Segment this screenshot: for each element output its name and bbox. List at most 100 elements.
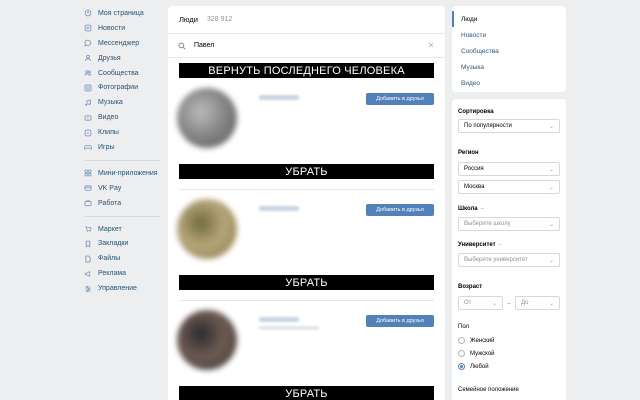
gender-radio-option[interactable]: Мужской bbox=[458, 347, 560, 360]
add-friend-button[interactable]: Добавить в друзья bbox=[366, 204, 434, 216]
school-collapse-toggle[interactable]: – bbox=[481, 206, 484, 212]
add-friend-button[interactable]: Добавить в друзья bbox=[366, 93, 434, 105]
radio-button[interactable] bbox=[458, 337, 465, 344]
nav-item[interactable]: Моя страница bbox=[84, 6, 172, 21]
radio-button[interactable] bbox=[458, 363, 465, 370]
age-to-value: До bbox=[521, 300, 529, 306]
message-icon bbox=[84, 39, 92, 48]
nav-item-label: VK Pay bbox=[98, 184, 122, 192]
news-icon bbox=[84, 24, 92, 32]
bookmark-icon bbox=[84, 240, 92, 248]
tab-item[interactable]: Музыка bbox=[452, 59, 566, 75]
nav-item-label: Мини-приложения bbox=[98, 169, 158, 177]
nav-divider bbox=[84, 215, 160, 217]
radio-label: Любой bbox=[470, 363, 489, 370]
school-select[interactable]: Выберите школу ⌄ bbox=[458, 217, 560, 231]
nav-item[interactable]: Мессенджер bbox=[84, 36, 172, 51]
nav-item-label: Закладки bbox=[98, 240, 129, 248]
city-select[interactable]: Москва ⌄ bbox=[458, 180, 560, 194]
nav-item-label: Сообщества bbox=[98, 69, 139, 77]
nav-item[interactable]: Управление bbox=[84, 281, 172, 296]
clear-search-icon[interactable]: ✕ bbox=[427, 41, 435, 50]
files-icon bbox=[84, 255, 92, 263]
nav-item[interactable]: VK Pay bbox=[84, 181, 172, 196]
nav-item[interactable]: Закладки bbox=[84, 236, 172, 251]
search-tabs: Люди Новости Сообщества Музыка Видео bbox=[452, 6, 566, 92]
nav-item-label: Фотографии bbox=[98, 84, 139, 92]
gender-radio-option[interactable]: Женский bbox=[458, 334, 560, 347]
chevron-down-icon: ⌄ bbox=[491, 300, 497, 307]
tab-item[interactable]: Сообщества bbox=[452, 43, 566, 59]
nav-item[interactable]: Новости bbox=[84, 21, 172, 36]
nav-item-label: Друзья bbox=[98, 54, 121, 62]
search-icon bbox=[178, 41, 186, 50]
remove-person-button[interactable]: УБРАТЬ bbox=[179, 386, 434, 400]
photo-icon bbox=[84, 84, 92, 92]
nav-item[interactable]: Сообщества bbox=[84, 66, 172, 81]
region-label: Регион bbox=[458, 149, 479, 156]
university-select-placeholder: Выберите университет bbox=[464, 257, 528, 263]
tab-item[interactable]: Люди bbox=[452, 11, 566, 27]
add-friend-button[interactable]: Добавить в друзья bbox=[366, 315, 434, 327]
search-input[interactable] bbox=[194, 42, 427, 49]
nav-item[interactable]: Видео bbox=[84, 110, 172, 125]
nav-item[interactable]: Мини-приложения bbox=[84, 166, 172, 181]
remove-person-button[interactable]: УБРАТЬ bbox=[179, 164, 434, 179]
person-result: Добавить в друзья УБРАТЬ bbox=[168, 305, 445, 400]
radio-button[interactable] bbox=[458, 350, 465, 357]
person-name-blurred[interactable] bbox=[259, 95, 299, 100]
remove-person-button[interactable]: УБРАТЬ bbox=[179, 275, 434, 290]
vkpay-icon bbox=[84, 184, 92, 192]
avatar[interactable] bbox=[177, 88, 237, 148]
apps-icon bbox=[84, 169, 92, 177]
nav-item[interactable]: Файлы bbox=[84, 251, 172, 266]
gender-radio-group: Женский Мужской Любой bbox=[458, 334, 560, 373]
school-label: Школа – bbox=[458, 204, 560, 213]
tab-item[interactable]: Видео bbox=[452, 75, 566, 91]
nav-item-label: Файлы bbox=[98, 255, 121, 263]
person-name-blurred[interactable] bbox=[259, 317, 299, 322]
nav-item-label: Видео bbox=[98, 114, 119, 122]
nav-item[interactable]: Игры bbox=[84, 140, 172, 155]
manage-icon bbox=[84, 285, 92, 293]
person-name-blurred[interactable] bbox=[259, 206, 299, 211]
chevron-down-icon: ⌄ bbox=[548, 300, 554, 307]
country-select[interactable]: Россия ⌄ bbox=[458, 162, 560, 176]
age-range-dash: – bbox=[507, 299, 511, 307]
age-to-select[interactable]: До ⌄ bbox=[515, 296, 560, 310]
market-icon bbox=[84, 225, 92, 233]
nav-item[interactable]: Работа bbox=[84, 196, 172, 211]
nav-item[interactable]: Клипы bbox=[84, 125, 172, 140]
university-select[interactable]: Выберите университет ⌄ bbox=[458, 253, 560, 267]
restore-last-person-button[interactable]: ВЕРНУТЬ ПОСЛЕДНЕГО ЧЕЛОВЕКА bbox=[179, 63, 434, 78]
nav-item-label: Управление bbox=[98, 285, 137, 293]
avatar[interactable] bbox=[177, 310, 237, 370]
university-label-text: Университет bbox=[458, 241, 496, 248]
nav-item[interactable]: Маркет bbox=[84, 222, 172, 237]
university-collapse-toggle[interactable]: – bbox=[499, 242, 502, 248]
chevron-down-icon: ⌄ bbox=[548, 184, 554, 191]
age-range: От ⌄ – До ⌄ bbox=[458, 296, 560, 310]
nav-item[interactable]: Реклама bbox=[84, 266, 172, 281]
games-icon bbox=[84, 143, 92, 151]
nav-group-tools: Маркет Закладки Файлы Реклама Управление bbox=[84, 222, 172, 296]
ads-icon bbox=[84, 270, 92, 278]
nav-item-label: Мессенджер bbox=[98, 39, 140, 47]
nav-item[interactable]: Фотографии bbox=[84, 80, 172, 95]
school-select-placeholder: Выберите школу bbox=[464, 221, 511, 227]
gender-radio-option[interactable]: Любой bbox=[458, 360, 560, 373]
work-icon bbox=[84, 199, 92, 207]
nav-item-label: Маркет bbox=[98, 225, 122, 233]
avatar[interactable] bbox=[177, 199, 237, 259]
tab-item[interactable]: Новости bbox=[452, 27, 566, 43]
person-result: Добавить в друзья УБРАТЬ bbox=[168, 194, 445, 304]
nav-item[interactable]: Друзья bbox=[84, 51, 172, 66]
home-icon bbox=[84, 9, 92, 17]
search-filters: Сортировка По популярности ⌄ Регион Росс… bbox=[452, 99, 566, 400]
nav-item[interactable]: Музыка bbox=[84, 95, 172, 110]
nav-item-label: Игры bbox=[98, 143, 115, 151]
nav-item-label: Работа bbox=[98, 199, 122, 207]
sort-select[interactable]: По популярности ⌄ bbox=[458, 119, 560, 133]
nav-item-label: Новости bbox=[98, 24, 126, 32]
age-from-select[interactable]: От ⌄ bbox=[458, 296, 503, 310]
